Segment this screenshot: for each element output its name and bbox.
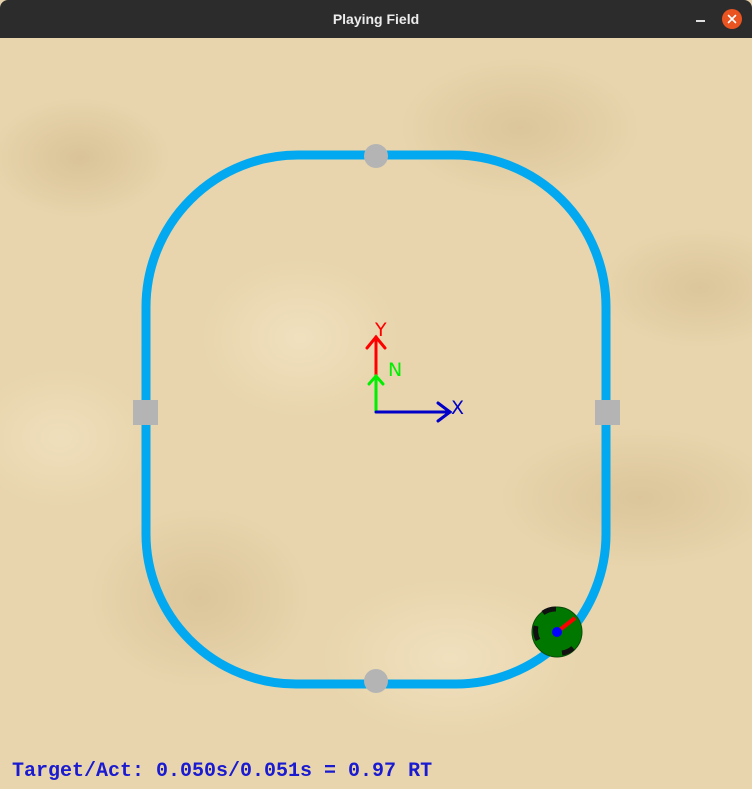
playing-field[interactable]: Y N X [0,38,752,789]
n-axis-arrow [367,373,385,414]
robot[interactable] [531,606,583,658]
coordinate-axes: Y N X [365,319,464,423]
y-axis-label: Y [374,319,387,341]
robot-wheel-left [533,625,541,642]
window-title: Playing Field [332,11,420,27]
robot-center [552,627,562,637]
waypoint-bottom [364,669,388,693]
title-bar[interactable]: Playing Field [0,0,752,38]
field-canvas: Y N X [133,144,620,693]
waypoint-top [364,144,388,168]
minimize-button[interactable] [690,9,710,29]
track-loop [141,150,611,689]
timing-status: Target/Act: 0.050s/0.051s = 0.97 RT [12,760,433,783]
n-axis-label: N [388,359,402,381]
x-axis-label: X [451,397,464,419]
minimize-icon [695,20,705,22]
x-axis-arrow [374,401,453,423]
waypoint-right [595,400,620,425]
close-icon [727,14,737,24]
close-button[interactable] [722,9,742,29]
app-window: Playing Field Y N X Target/Act: 0.050s/0… [0,0,752,789]
waypoint-left [133,400,158,425]
